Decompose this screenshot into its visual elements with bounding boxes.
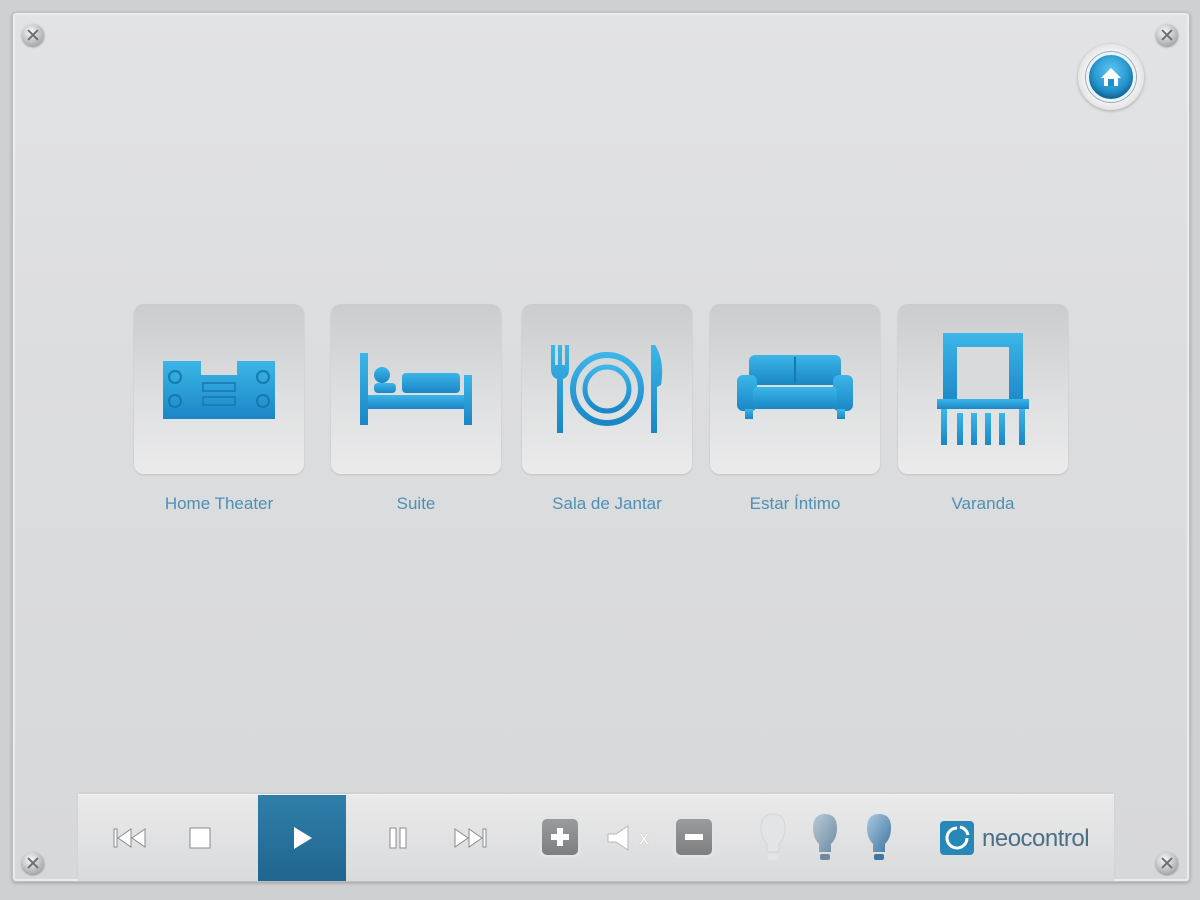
room-tile[interactable]	[331, 304, 501, 474]
skip-forward-icon	[454, 828, 487, 848]
room-label: Varanda	[951, 494, 1015, 513]
home-button[interactable]	[1078, 44, 1144, 110]
balcony-icon	[937, 333, 1029, 445]
next-button[interactable]	[448, 821, 492, 855]
mute-button[interactable]: x	[600, 821, 654, 855]
room-label: Suite	[396, 494, 436, 513]
volume-up-button[interactable]	[542, 819, 578, 855]
room-label: Sala de Jantar	[552, 494, 662, 513]
room-tile[interactable]	[522, 304, 692, 474]
pause-icon	[389, 827, 407, 849]
home-theater-icon	[163, 361, 275, 419]
screw-icon	[1156, 852, 1178, 874]
speaker-icon	[607, 825, 628, 851]
bulb-off-icon	[760, 813, 786, 860]
skip-back-icon	[113, 828, 146, 848]
room-estar-intimo[interactable]: Estar Íntimo	[710, 304, 880, 514]
room-varanda[interactable]: Varanda	[898, 304, 1068, 514]
control-bar: x neocontrol	[78, 794, 1114, 881]
screw-icon	[1156, 24, 1178, 46]
room-tile[interactable]	[134, 304, 304, 474]
screw-icon	[22, 24, 44, 46]
dining-plate-icon	[551, 345, 663, 433]
room-tile[interactable]	[898, 304, 1068, 474]
light-dim-button[interactable]	[808, 811, 842, 865]
bed-icon	[360, 353, 472, 425]
room-label: Home Theater	[164, 494, 274, 513]
room-sala-de-jantar[interactable]: Sala de Jantar	[522, 304, 692, 514]
house-icon	[1086, 52, 1136, 102]
room-label: Estar Íntimo	[749, 494, 841, 513]
play-button[interactable]	[258, 795, 346, 881]
light-off-button[interactable]	[756, 811, 790, 865]
previous-button[interactable]	[108, 821, 152, 855]
stop-button[interactable]	[182, 821, 218, 855]
screw-icon	[22, 852, 44, 874]
room-home-theater[interactable]: Home Theater	[134, 304, 304, 514]
pause-button[interactable]	[380, 821, 416, 855]
light-on-button[interactable]	[862, 811, 896, 865]
neocontrol-logo-icon	[940, 821, 974, 855]
minus-icon	[676, 819, 712, 855]
play-icon	[294, 827, 312, 849]
plus-icon	[542, 819, 578, 855]
bulb-on-icon	[867, 814, 891, 860]
room-suite[interactable]: Suite	[331, 304, 501, 514]
sofa-icon	[737, 355, 853, 419]
stop-icon	[189, 827, 211, 849]
bulb-dim-icon	[813, 814, 837, 860]
room-tile[interactable]	[710, 304, 880, 474]
volume-down-button[interactable]	[676, 819, 712, 855]
brand-name: neocontrol	[982, 825, 1090, 852]
mute-x-label: x	[639, 827, 649, 848]
